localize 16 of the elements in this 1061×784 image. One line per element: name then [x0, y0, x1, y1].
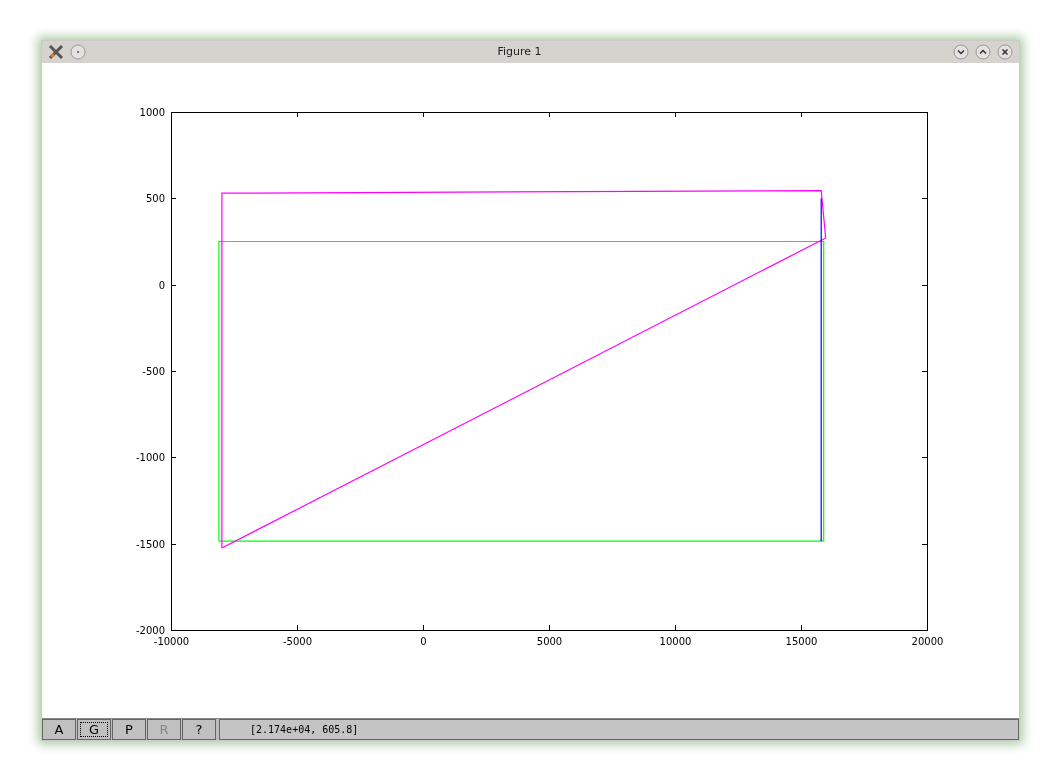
x-tick-label: 20000 — [911, 635, 944, 647]
y-tick-label: -2000 — [135, 624, 165, 636]
y-tick-label: -1000 — [135, 451, 165, 463]
x-tick-label: -10000 — [153, 635, 190, 647]
y-tick-label: 500 — [145, 192, 165, 204]
window-title: Figure 1 — [496, 45, 543, 59]
x-tick-label: 10000 — [659, 635, 692, 647]
x-tick-label: -5000 — [282, 635, 313, 647]
y-tick-label: 0 — [158, 279, 165, 291]
x-tick-label: 5000 — [536, 635, 563, 647]
x-tick-label: 0 — [420, 635, 427, 647]
cursor-coordinates: [2.174e+04, 605.8] — [219, 718, 1019, 740]
x-tick-label: 15000 — [785, 635, 818, 647]
y-tick-label: -1500 — [135, 538, 165, 550]
y-tick-label: -500 — [142, 365, 165, 377]
y-tick-label: 1000 — [139, 106, 165, 118]
